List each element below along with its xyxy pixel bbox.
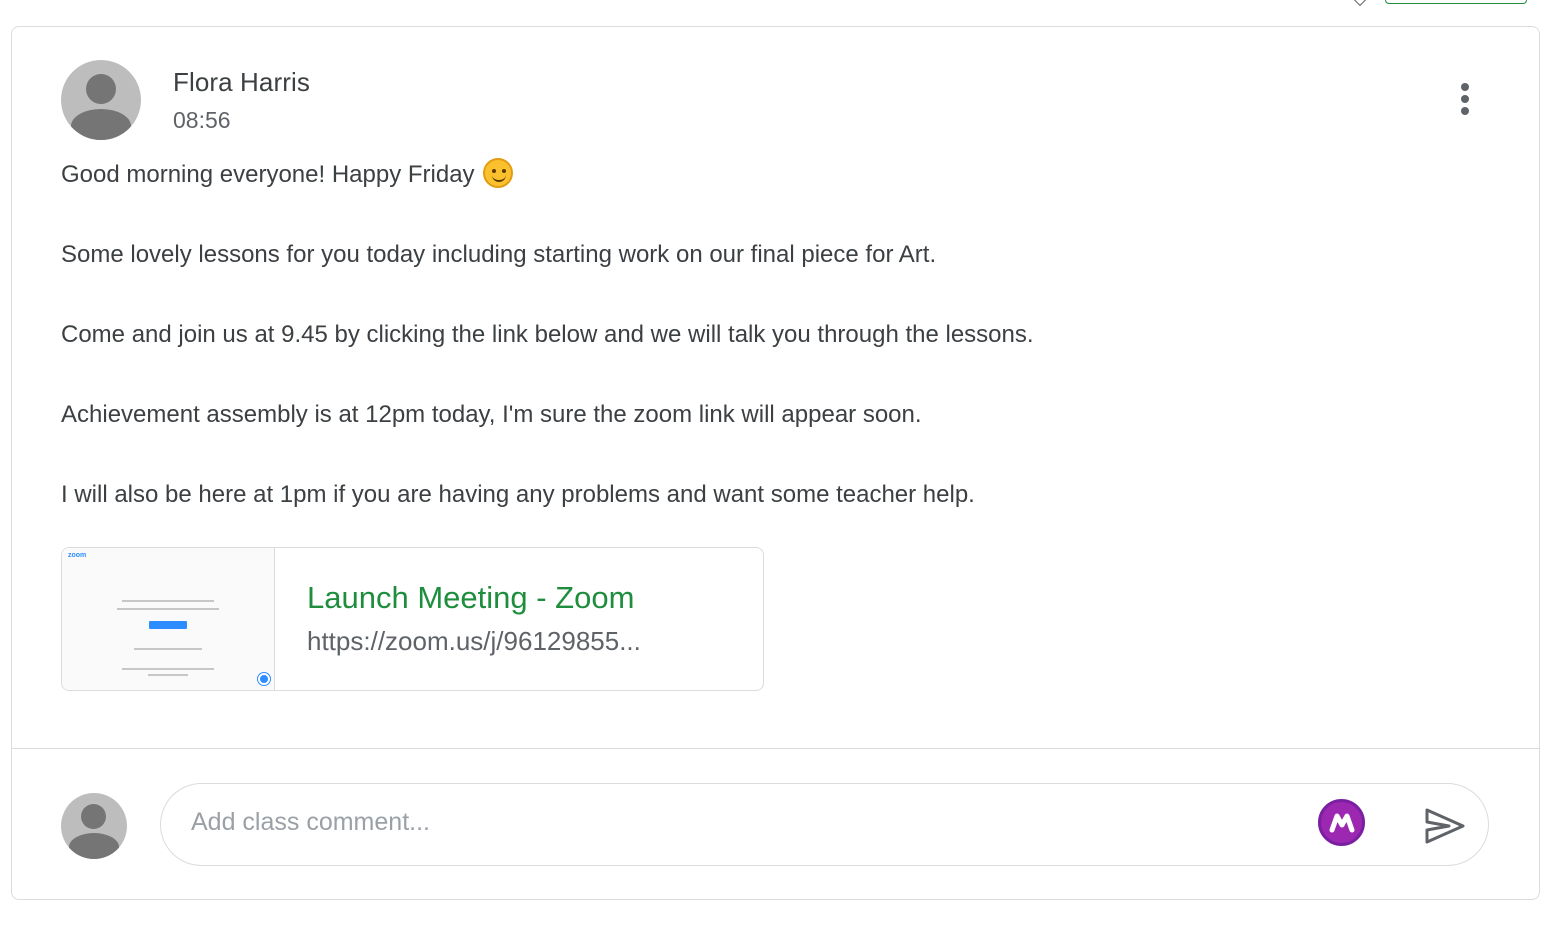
post-body: Good morning everyone! Happy Friday Some… [61,157,1481,557]
smiling-face-icon [482,158,513,188]
author-avatar [61,60,141,140]
thumbnail-badge-icon [258,673,270,685]
send-arrow-glyph [1425,808,1465,844]
avatar-body [71,109,131,140]
attachment-thumbnail: zoom [62,548,275,690]
avatar-head [81,804,106,829]
chevron-icon [1352,0,1368,7]
avatar-body [69,833,119,859]
stream-post-card: Flora Harris 08:56 Good morning everyone… [11,26,1540,900]
comment-box [160,783,1489,866]
extension-glyph [1329,813,1355,833]
more-vert-icon [1461,83,1469,91]
author-name: Flora Harris [173,67,310,97]
more-vert-icon [1461,95,1469,103]
thumbnail-launch-button [149,621,187,629]
class-comment-input[interactable] [191,802,1291,842]
more-vert-icon [1461,107,1469,115]
post-line: Achievement assembly is at 12pm today, I… [61,401,922,428]
post-line: Some lovely lessons for you today includ… [61,241,937,268]
more-options-button[interactable] [1447,79,1483,119]
zoom-logo: zoom [68,552,87,559]
comment-divider [12,748,1539,749]
avatar-head [86,74,116,104]
attachment-title[interactable]: Launch Meeting - Zoom [307,580,634,616]
commenter-avatar [61,793,127,859]
send-icon[interactable] [1423,806,1467,846]
post-line: Good morning everyone! Happy Friday [61,157,1481,237]
post-line: I will also be here at 1pm if you are ha… [61,481,975,508]
link-attachment[interactable]: zoom Launch Meeting - Zoom https://zoom.… [61,547,764,691]
top-button-edge[interactable] [1385,0,1527,4]
extension-icon[interactable] [1318,799,1365,846]
attachment-url: https://zoom.us/j/96129855... [307,626,641,656]
post-time: 08:56 [173,107,231,133]
post-line: Come and join us at 9.45 by clicking the… [61,321,1034,348]
